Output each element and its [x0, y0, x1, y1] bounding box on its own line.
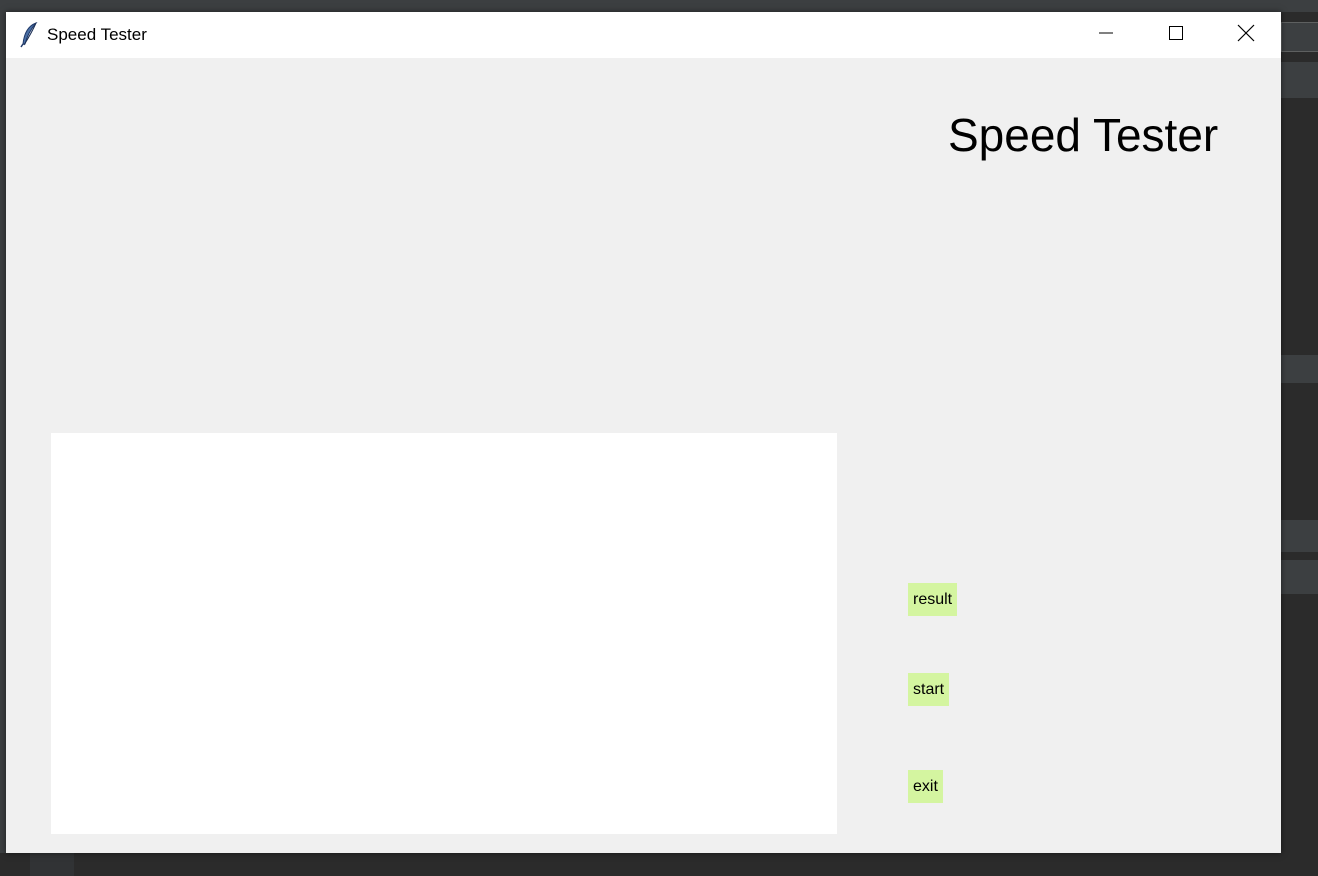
window-title: Speed Tester [47, 25, 147, 44]
output-canvas [51, 433, 837, 834]
page-title: Speed Tester [948, 109, 1219, 161]
result-button[interactable]: result [908, 583, 958, 616]
exit-button[interactable]: exit [908, 770, 943, 803]
start-button[interactable]: start [908, 673, 950, 706]
minimize-button[interactable] [1071, 12, 1141, 58]
close-icon [1237, 24, 1255, 46]
ide-bottom-area [0, 853, 1318, 876]
app-window: Speed Tester Speed Tester result start e… [6, 12, 1281, 853]
ide-panel-strip [1281, 520, 1318, 552]
ide-bottom-gutter [30, 853, 74, 876]
ide-panel-strip [1281, 62, 1318, 98]
ide-panel-strip [1281, 355, 1318, 383]
feather-icon [20, 21, 40, 48]
ide-panel-strip [1281, 560, 1318, 594]
close-button[interactable] [1211, 12, 1281, 58]
maximize-icon [1168, 25, 1184, 45]
minimize-icon [1098, 25, 1114, 45]
maximize-button[interactable] [1141, 12, 1211, 58]
ide-config-dropdown[interactable] [1281, 22, 1318, 52]
ide-menubar [0, 0, 1318, 12]
ide-right-panel [1281, 12, 1318, 876]
title-bar[interactable]: Speed Tester [6, 12, 1281, 58]
